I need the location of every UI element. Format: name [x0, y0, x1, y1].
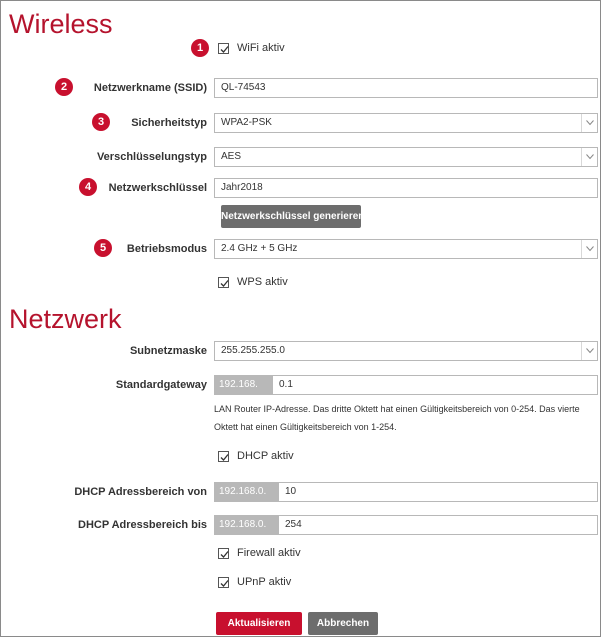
encryption-type-label: Verschlüsselungstyp	[96, 151, 207, 163]
security-type-label: Sicherheitstyp	[131, 117, 207, 129]
dhcp-from-input[interactable]: 10	[278, 482, 598, 502]
callout-marker-1: 1	[191, 39, 209, 57]
subnet-mask-value: 255.255.255.0	[221, 345, 285, 356]
firewall-active-label: Firewall aktiv	[237, 547, 301, 559]
checkbox-checked-icon	[218, 547, 229, 559]
gateway-help-line-2: Oktett hat einen Gültigkeitsbereich von …	[214, 422, 397, 432]
dhcp-to-input[interactable]: 254	[278, 515, 598, 535]
chevron-down-icon	[581, 114, 597, 132]
chevron-down-icon	[581, 240, 597, 258]
checkbox-checked-icon	[218, 576, 229, 588]
wps-active-checkbox[interactable]: WPS aktiv	[218, 276, 288, 288]
network-key-input[interactable]: Jahr2018	[214, 178, 598, 198]
cancel-button[interactable]: Abbrechen	[308, 612, 378, 635]
default-gateway-label: Standardgateway	[115, 379, 207, 391]
dhcp-to-label: DHCP Adressbereich bis	[78, 519, 207, 531]
chevron-down-icon	[581, 342, 597, 360]
operating-mode-select[interactable]: 2.4 GHz + 5 GHz	[214, 239, 598, 259]
update-button[interactable]: Aktualisieren	[216, 612, 302, 635]
checkbox-checked-icon	[218, 450, 229, 462]
network-heading: Netzwerk	[9, 304, 122, 334]
chevron-down-icon	[581, 148, 597, 166]
gateway-input[interactable]: 0.1	[272, 375, 598, 395]
network-key-label: Netzwerkschlüssel	[108, 182, 207, 194]
upnp-active-label: UPnP aktiv	[237, 576, 292, 588]
encryption-type-value: AES	[221, 151, 242, 162]
security-type-value: WPA2-PSK	[221, 117, 272, 128]
ssid-label: Netzwerkname (SSID)	[93, 82, 207, 94]
subnet-mask-select[interactable]: 255.255.255.0	[214, 341, 598, 361]
callout-marker-3: 3	[92, 113, 110, 131]
upnp-active-checkbox[interactable]: UPnP aktiv	[218, 576, 291, 588]
checkbox-checked-icon	[218, 276, 229, 288]
operating-mode-label: Betriebsmodus	[126, 243, 207, 255]
dhcp-from-prefix: 192.168.0.	[214, 482, 278, 502]
callout-marker-2: 2	[55, 78, 73, 96]
security-type-select[interactable]: WPA2-PSK	[214, 113, 598, 133]
firewall-active-checkbox[interactable]: Firewall aktiv	[218, 547, 301, 559]
dhcp-active-checkbox[interactable]: DHCP aktiv	[218, 450, 294, 462]
wifi-active-checkbox[interactable]: WiFi aktiv	[218, 42, 285, 54]
callout-marker-4: 4	[79, 178, 97, 196]
callout-marker-5: 5	[94, 239, 112, 257]
checkbox-checked-icon	[218, 42, 229, 54]
subnet-mask-label: Subnetzmaske	[129, 345, 207, 357]
dhcp-active-label: DHCP aktiv	[237, 450, 294, 462]
operating-mode-value: 2.4 GHz + 5 GHz	[221, 243, 298, 254]
gateway-prefix: 192.168.	[214, 375, 272, 395]
wps-active-label: WPS aktiv	[237, 276, 288, 288]
generate-key-button[interactable]: Netzwerkschlüssel generieren	[221, 205, 364, 228]
wifi-active-label: WiFi aktiv	[237, 42, 285, 54]
ssid-input[interactable]: QL-74543	[214, 78, 598, 98]
wireless-heading: Wireless	[9, 9, 113, 39]
dhcp-to-prefix: 192.168.0.	[214, 515, 278, 535]
dhcp-from-label: DHCP Adressbereich von	[74, 486, 207, 498]
encryption-type-select[interactable]: AES	[214, 147, 598, 167]
